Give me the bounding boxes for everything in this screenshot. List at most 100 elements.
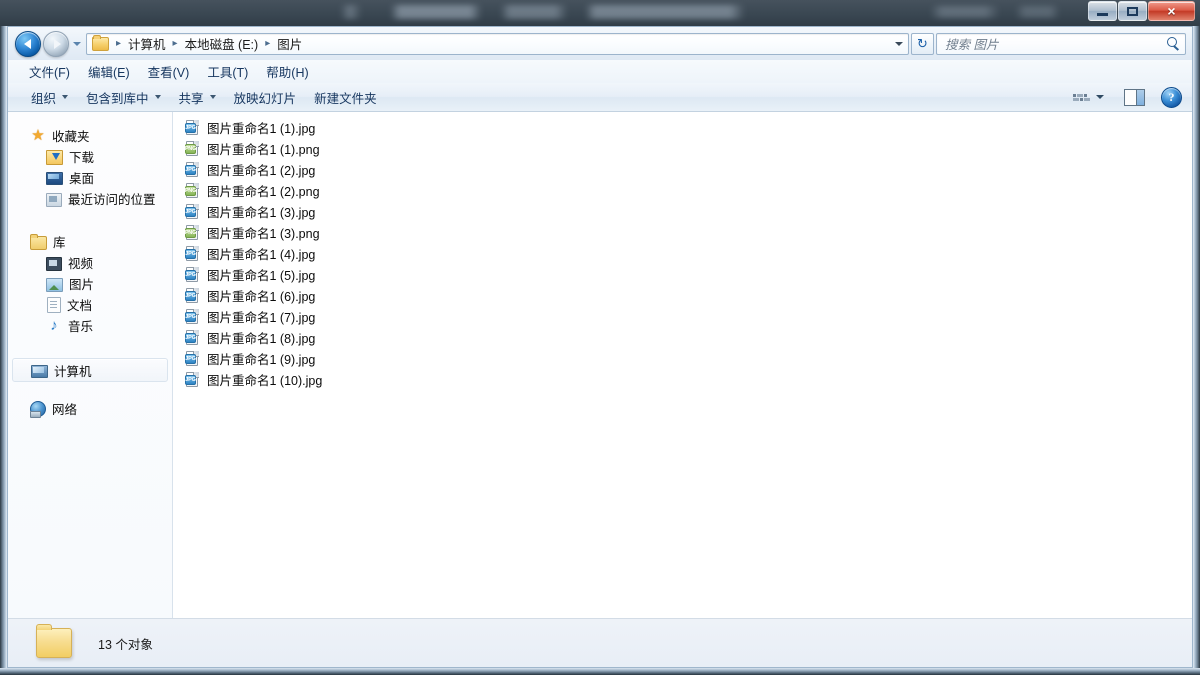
jpg-file-icon: JPG: [185, 245, 201, 262]
file-type-badge: JPG: [185, 353, 196, 364]
sidebar-item-libraries[interactable]: 库: [8, 231, 172, 252]
music-icon: ♪: [50, 316, 58, 334]
file-list-item[interactable]: JPG 图片重命名1 (8).jpg: [173, 327, 1192, 348]
file-list-item[interactable]: JPG 图片重命名1 (6).jpg: [173, 285, 1192, 306]
file-name: 图片重命名1 (9).jpg: [207, 353, 316, 367]
file-type-badge: JPG: [185, 248, 196, 259]
file-name: 图片重命名1 (8).jpg: [207, 332, 316, 346]
menu-item-edit[interactable]: 编辑(E): [79, 59, 139, 84]
sidebar-label-network: 网络: [52, 403, 78, 417]
title-bar[interactable]: ×: [0, 0, 1200, 26]
history-dropdown-icon[interactable]: [73, 41, 81, 46]
sidebar-item-computer[interactable]: 计算机: [12, 358, 168, 382]
jpg-file-icon: JPG: [185, 266, 201, 283]
sidebar-item-network[interactable]: 网络: [8, 398, 172, 419]
file-list-item[interactable]: JPG 图片重命名1 (4).jpg: [173, 243, 1192, 264]
window-border-bottom: [0, 668, 1200, 675]
file-list-item[interactable]: JPG 图片重命名1 (2).jpg: [173, 159, 1192, 180]
jpg-file-icon: JPG: [185, 119, 201, 136]
view-dash: [1084, 97, 1090, 101]
status-item-count: 13 个对象: [98, 637, 153, 652]
share-label: 共享: [178, 91, 204, 106]
view-dot: [1084, 93, 1087, 97]
sidebar-item-pictures[interactable]: 图片: [8, 273, 172, 294]
sidebar-item-videos[interactable]: 视频: [8, 252, 172, 273]
file-list-item[interactable]: JPG 图片重命名1 (9).jpg: [173, 348, 1192, 369]
help-button[interactable]: ?: [1161, 86, 1182, 108]
breadcrumb-item-computer[interactable]: 计算机: [125, 33, 169, 54]
download-icon: [46, 150, 63, 165]
file-list-item[interactable]: JPG 图片重命名1 (1).jpg: [173, 117, 1192, 138]
preview-pane-left: [1125, 89, 1136, 105]
organize-button[interactable]: 组织: [22, 84, 77, 111]
file-list-item[interactable]: JPG 图片重命名1 (5).jpg: [173, 264, 1192, 285]
address-bar[interactable]: ▸ 计算机 ▸ 本地磁盘 (E:) ▸ 图片: [86, 32, 909, 55]
maximize-button[interactable]: [1118, 1, 1147, 21]
sidebar-item-downloads[interactable]: 下载: [8, 146, 172, 167]
computer-icon: [31, 364, 48, 378]
menu-item-help[interactable]: 帮助(H): [257, 59, 317, 84]
forward-button[interactable]: [43, 30, 69, 57]
address-dropdown-button[interactable]: [890, 34, 907, 54]
breadcrumb-item-folder[interactable]: 图片: [274, 33, 305, 54]
slideshow-button[interactable]: 放映幻灯片: [225, 84, 306, 111]
library-icon: [30, 233, 47, 250]
file-name: 图片重命名1 (4).jpg: [207, 248, 316, 262]
menu-item-file[interactable]: 文件(F): [20, 59, 79, 84]
libraries-group: 库 视频 图片 文档 ♪ 音乐: [8, 231, 172, 336]
search-input[interactable]: 搜索 图片: [937, 34, 1164, 53]
minimize-button[interactable]: [1088, 1, 1117, 21]
chevron-down-icon: [62, 95, 69, 99]
file-list[interactable]: JPG 图片重命名1 (1).jpg PNG 图片重命名1 (1).png JPG 图片重…: [173, 112, 1192, 618]
back-button[interactable]: [15, 30, 41, 57]
file-name: 图片重命名1 (5).jpg: [207, 269, 316, 283]
include-in-library-button[interactable]: 包含到库中: [77, 84, 170, 111]
file-list-item[interactable]: PNG 图片重命名1 (1).png: [173, 138, 1192, 159]
new-folder-button[interactable]: 新建文件夹: [305, 84, 386, 111]
caption-button-group: ×: [1087, 1, 1195, 21]
favorites-group: ★ 收藏夹 下载 桌面 最近访问的位置: [8, 125, 172, 209]
file-list-item[interactable]: JPG 图片重命名1 (3).jpg: [173, 201, 1192, 222]
menu-item-tools[interactable]: 工具(T): [198, 59, 257, 84]
refresh-button[interactable]: ↻: [911, 32, 934, 55]
file-name: 图片重命名1 (6).jpg: [207, 290, 316, 304]
back-arrow-icon: [23, 38, 31, 49]
jpg-file-icon: JPG: [185, 161, 201, 178]
file-name: 图片重命名1 (1).png: [207, 143, 320, 157]
help-icon: ?: [1168, 89, 1175, 104]
file-list-item[interactable]: JPG 图片重命名1 (7).jpg: [173, 306, 1192, 327]
sidebar-item-music[interactable]: ♪ 音乐: [8, 315, 172, 336]
sidebar-item-documents[interactable]: 文档: [8, 294, 172, 315]
breadcrumb-item-drive[interactable]: 本地磁盘 (E:): [182, 33, 262, 54]
network-icon: [30, 401, 46, 418]
menu-item-view[interactable]: 查看(V): [139, 59, 199, 84]
sidebar-item-favorites[interactable]: ★ 收藏夹: [8, 125, 172, 146]
sidebar-label-favorites: 收藏夹: [52, 130, 90, 144]
preview-pane-button[interactable]: [1124, 88, 1145, 106]
view-dash: [1077, 93, 1083, 97]
recent-places-icon: [46, 192, 62, 207]
file-list-item[interactable]: PNG 图片重命名1 (2).png: [173, 180, 1192, 201]
view-dropdown-icon[interactable]: [1096, 95, 1104, 99]
window-border-left: [0, 26, 7, 668]
file-list-item[interactable]: PNG 图片重命名1 (3).png: [173, 222, 1192, 243]
png-file-icon: PNG: [185, 140, 201, 157]
sidebar-item-recent-places[interactable]: 最近访问的位置: [8, 188, 172, 209]
file-list-item[interactable]: JPG 图片重命名1 (10).jpg: [173, 369, 1192, 390]
close-button[interactable]: ×: [1148, 1, 1195, 21]
sidebar-item-desktop[interactable]: 桌面: [8, 167, 172, 188]
file-type-badge: JPG: [185, 311, 196, 322]
sidebar-label-videos: 视频: [68, 257, 94, 271]
jpg-file-icon: JPG: [185, 308, 201, 325]
search-icon: [1164, 35, 1182, 53]
sidebar-label-desktop: 桌面: [69, 172, 95, 186]
share-button[interactable]: 共享: [170, 84, 225, 111]
file-name: 图片重命名1 (2).png: [207, 185, 320, 199]
png-file-icon: PNG: [185, 224, 201, 241]
blurred-caption-text: [340, 5, 760, 19]
search-box[interactable]: 搜索 图片: [936, 32, 1186, 55]
jpg-file-icon: JPG: [185, 371, 201, 388]
change-view-icon[interactable]: [1071, 89, 1090, 105]
sidebar-label-computer: 计算机: [54, 364, 92, 379]
